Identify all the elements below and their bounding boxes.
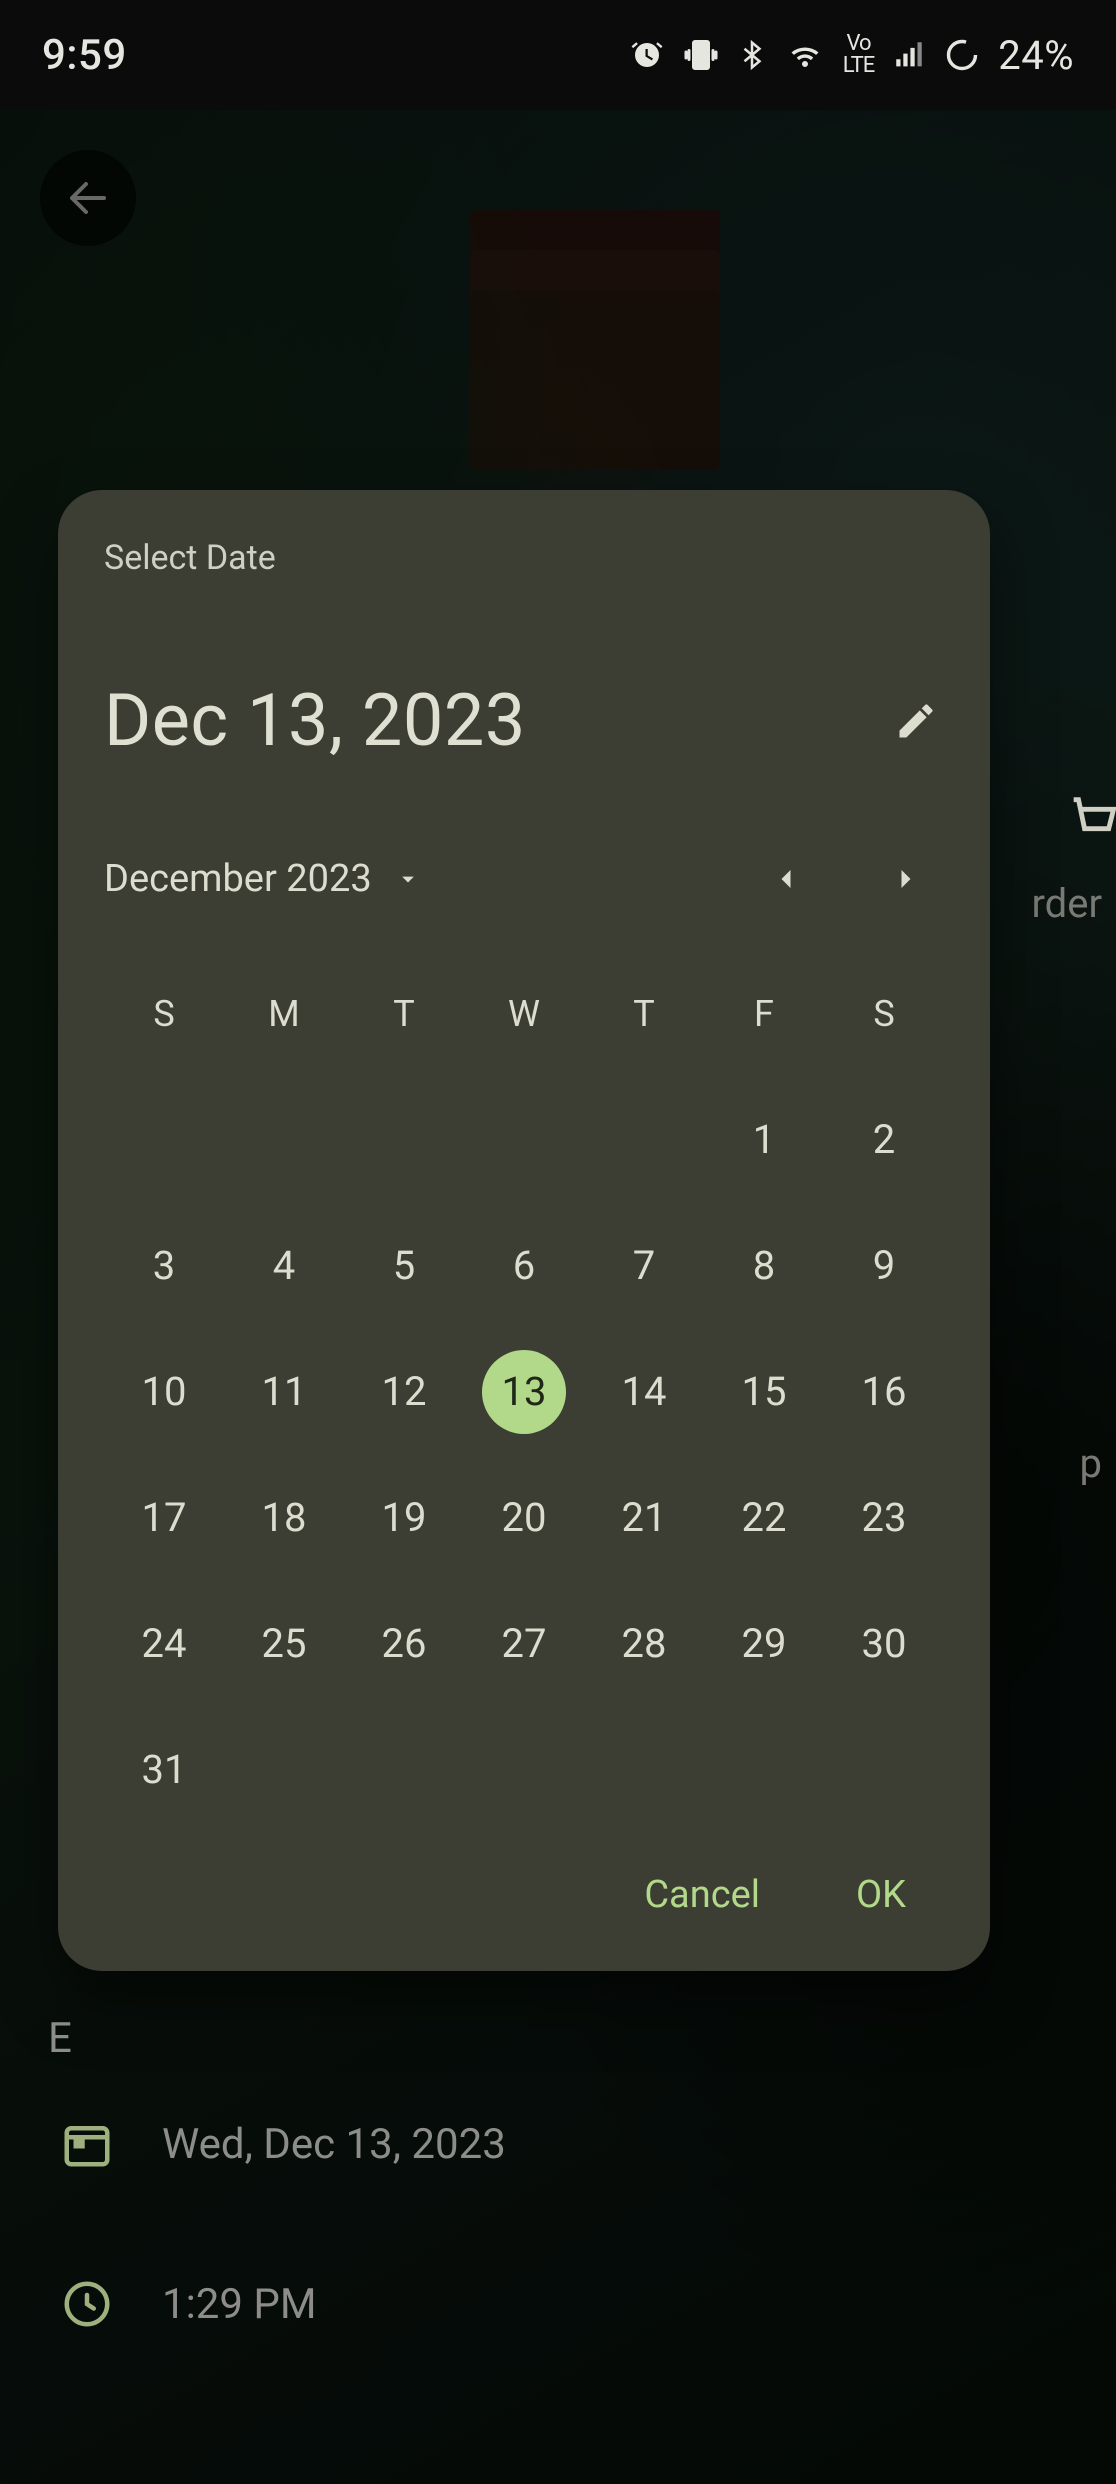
calendar-day[interactable]: 3 — [104, 1203, 224, 1329]
sheet-time-label: 1:29 PM — [162, 2280, 317, 2329]
calendar-blank — [104, 1077, 224, 1203]
status-time: 9:59 — [42, 31, 127, 80]
day-of-week-header: F — [704, 977, 824, 1077]
sheet-edge-hint: E — [48, 2014, 72, 2063]
bottom-sheet: E Wed, Dec 13, 2023 1:29 PM — [0, 2024, 1116, 2484]
calendar-day[interactable]: 18 — [224, 1455, 344, 1581]
calendar-blank — [464, 1077, 584, 1203]
calendar-day[interactable]: 13 — [464, 1329, 584, 1455]
calendar-day[interactable]: 20 — [464, 1455, 584, 1581]
cart-icon[interactable] — [1064, 790, 1116, 852]
status-icons: VoLTE 24% — [629, 32, 1074, 79]
sheet-time-row[interactable]: 1:29 PM — [60, 2224, 1056, 2384]
month-year-select[interactable]: December 2023 — [104, 857, 758, 901]
calendar-day[interactable]: 9 — [824, 1203, 944, 1329]
calendar-day[interactable]: 15 — [704, 1329, 824, 1455]
calendar-day[interactable]: 17 — [104, 1455, 224, 1581]
dropdown-icon — [394, 865, 422, 893]
day-of-week-header: T — [344, 977, 464, 1077]
date-picker-dialog: Select Date Dec 13, 2023 December 2023 S… — [58, 490, 990, 1971]
calendar-day[interactable]: 4 — [224, 1203, 344, 1329]
battery-percent: 24% — [998, 32, 1074, 79]
day-of-week-header: S — [104, 977, 224, 1077]
volte-icon: VoLTE — [843, 33, 875, 77]
next-month-button[interactable] — [878, 851, 934, 907]
alarm-icon — [629, 37, 665, 73]
data-saver-icon — [944, 37, 980, 73]
calendar-day[interactable]: 29 — [704, 1581, 824, 1707]
calendar-day[interactable]: 8 — [704, 1203, 824, 1329]
cancel-button[interactable]: Cancel — [636, 1863, 768, 1927]
calendar-grid: SMTWTFS123456789101112131415161718192021… — [104, 977, 944, 1833]
calendar-day[interactable]: 28 — [584, 1581, 704, 1707]
calendar-day[interactable]: 24 — [104, 1581, 224, 1707]
calendar-day[interactable]: 27 — [464, 1581, 584, 1707]
calendar-day[interactable]: 23 — [824, 1455, 944, 1581]
edit-date-button[interactable] — [888, 693, 944, 749]
calendar-day[interactable]: 22 — [704, 1455, 824, 1581]
calendar-day[interactable]: 21 — [584, 1455, 704, 1581]
calendar-day[interactable]: 14 — [584, 1329, 704, 1455]
chevron-right-icon — [888, 861, 924, 897]
day-of-week-header: M — [224, 977, 344, 1077]
day-of-week-header: S — [824, 977, 944, 1077]
calendar-day[interactable]: 5 — [344, 1203, 464, 1329]
calendar-blank — [224, 1077, 344, 1203]
calendar-icon — [60, 2117, 114, 2171]
sheet-date-row[interactable]: Wed, Dec 13, 2023 — [60, 2064, 1056, 2224]
status-bar: 9:59 VoLTE 24% — [0, 0, 1116, 110]
calendar-day[interactable]: 1 — [704, 1077, 824, 1203]
wifi-icon — [785, 37, 825, 73]
calendar-day[interactable]: 25 — [224, 1581, 344, 1707]
calendar-day[interactable]: 26 — [344, 1581, 464, 1707]
sheet-date-label: Wed, Dec 13, 2023 — [162, 2120, 506, 2169]
vibrate-icon — [683, 37, 719, 73]
calendar-blank — [584, 1077, 704, 1203]
selected-date-headline: Dec 13, 2023 — [104, 678, 526, 763]
calendar-blank — [344, 1077, 464, 1203]
calendar-day[interactable]: 7 — [584, 1203, 704, 1329]
bluetooth-icon — [737, 37, 767, 73]
day-of-week-header: T — [584, 977, 704, 1077]
calendar-day[interactable]: 16 — [824, 1329, 944, 1455]
bg-text-rder: rder — [1031, 880, 1102, 927]
prev-month-button[interactable] — [758, 851, 814, 907]
signal-icon — [892, 38, 926, 72]
dialog-title: Select Date — [104, 538, 944, 578]
chevron-left-icon — [768, 861, 804, 897]
calendar-day[interactable]: 6 — [464, 1203, 584, 1329]
calendar-day[interactable]: 2 — [824, 1077, 944, 1203]
month-year-label: December 2023 — [104, 857, 372, 901]
calendar-day[interactable]: 12 — [344, 1329, 464, 1455]
day-of-week-header: W — [464, 977, 584, 1077]
bg-text-p: p — [1080, 1440, 1102, 1487]
calendar-day[interactable]: 19 — [344, 1455, 464, 1581]
calendar-day[interactable]: 31 — [104, 1707, 224, 1833]
ok-button[interactable]: OK — [848, 1863, 914, 1927]
calendar-day[interactable]: 30 — [824, 1581, 944, 1707]
calendar-day[interactable]: 10 — [104, 1329, 224, 1455]
pencil-icon — [894, 699, 938, 743]
clock-icon — [60, 2277, 114, 2331]
calendar-day[interactable]: 11 — [224, 1329, 344, 1455]
